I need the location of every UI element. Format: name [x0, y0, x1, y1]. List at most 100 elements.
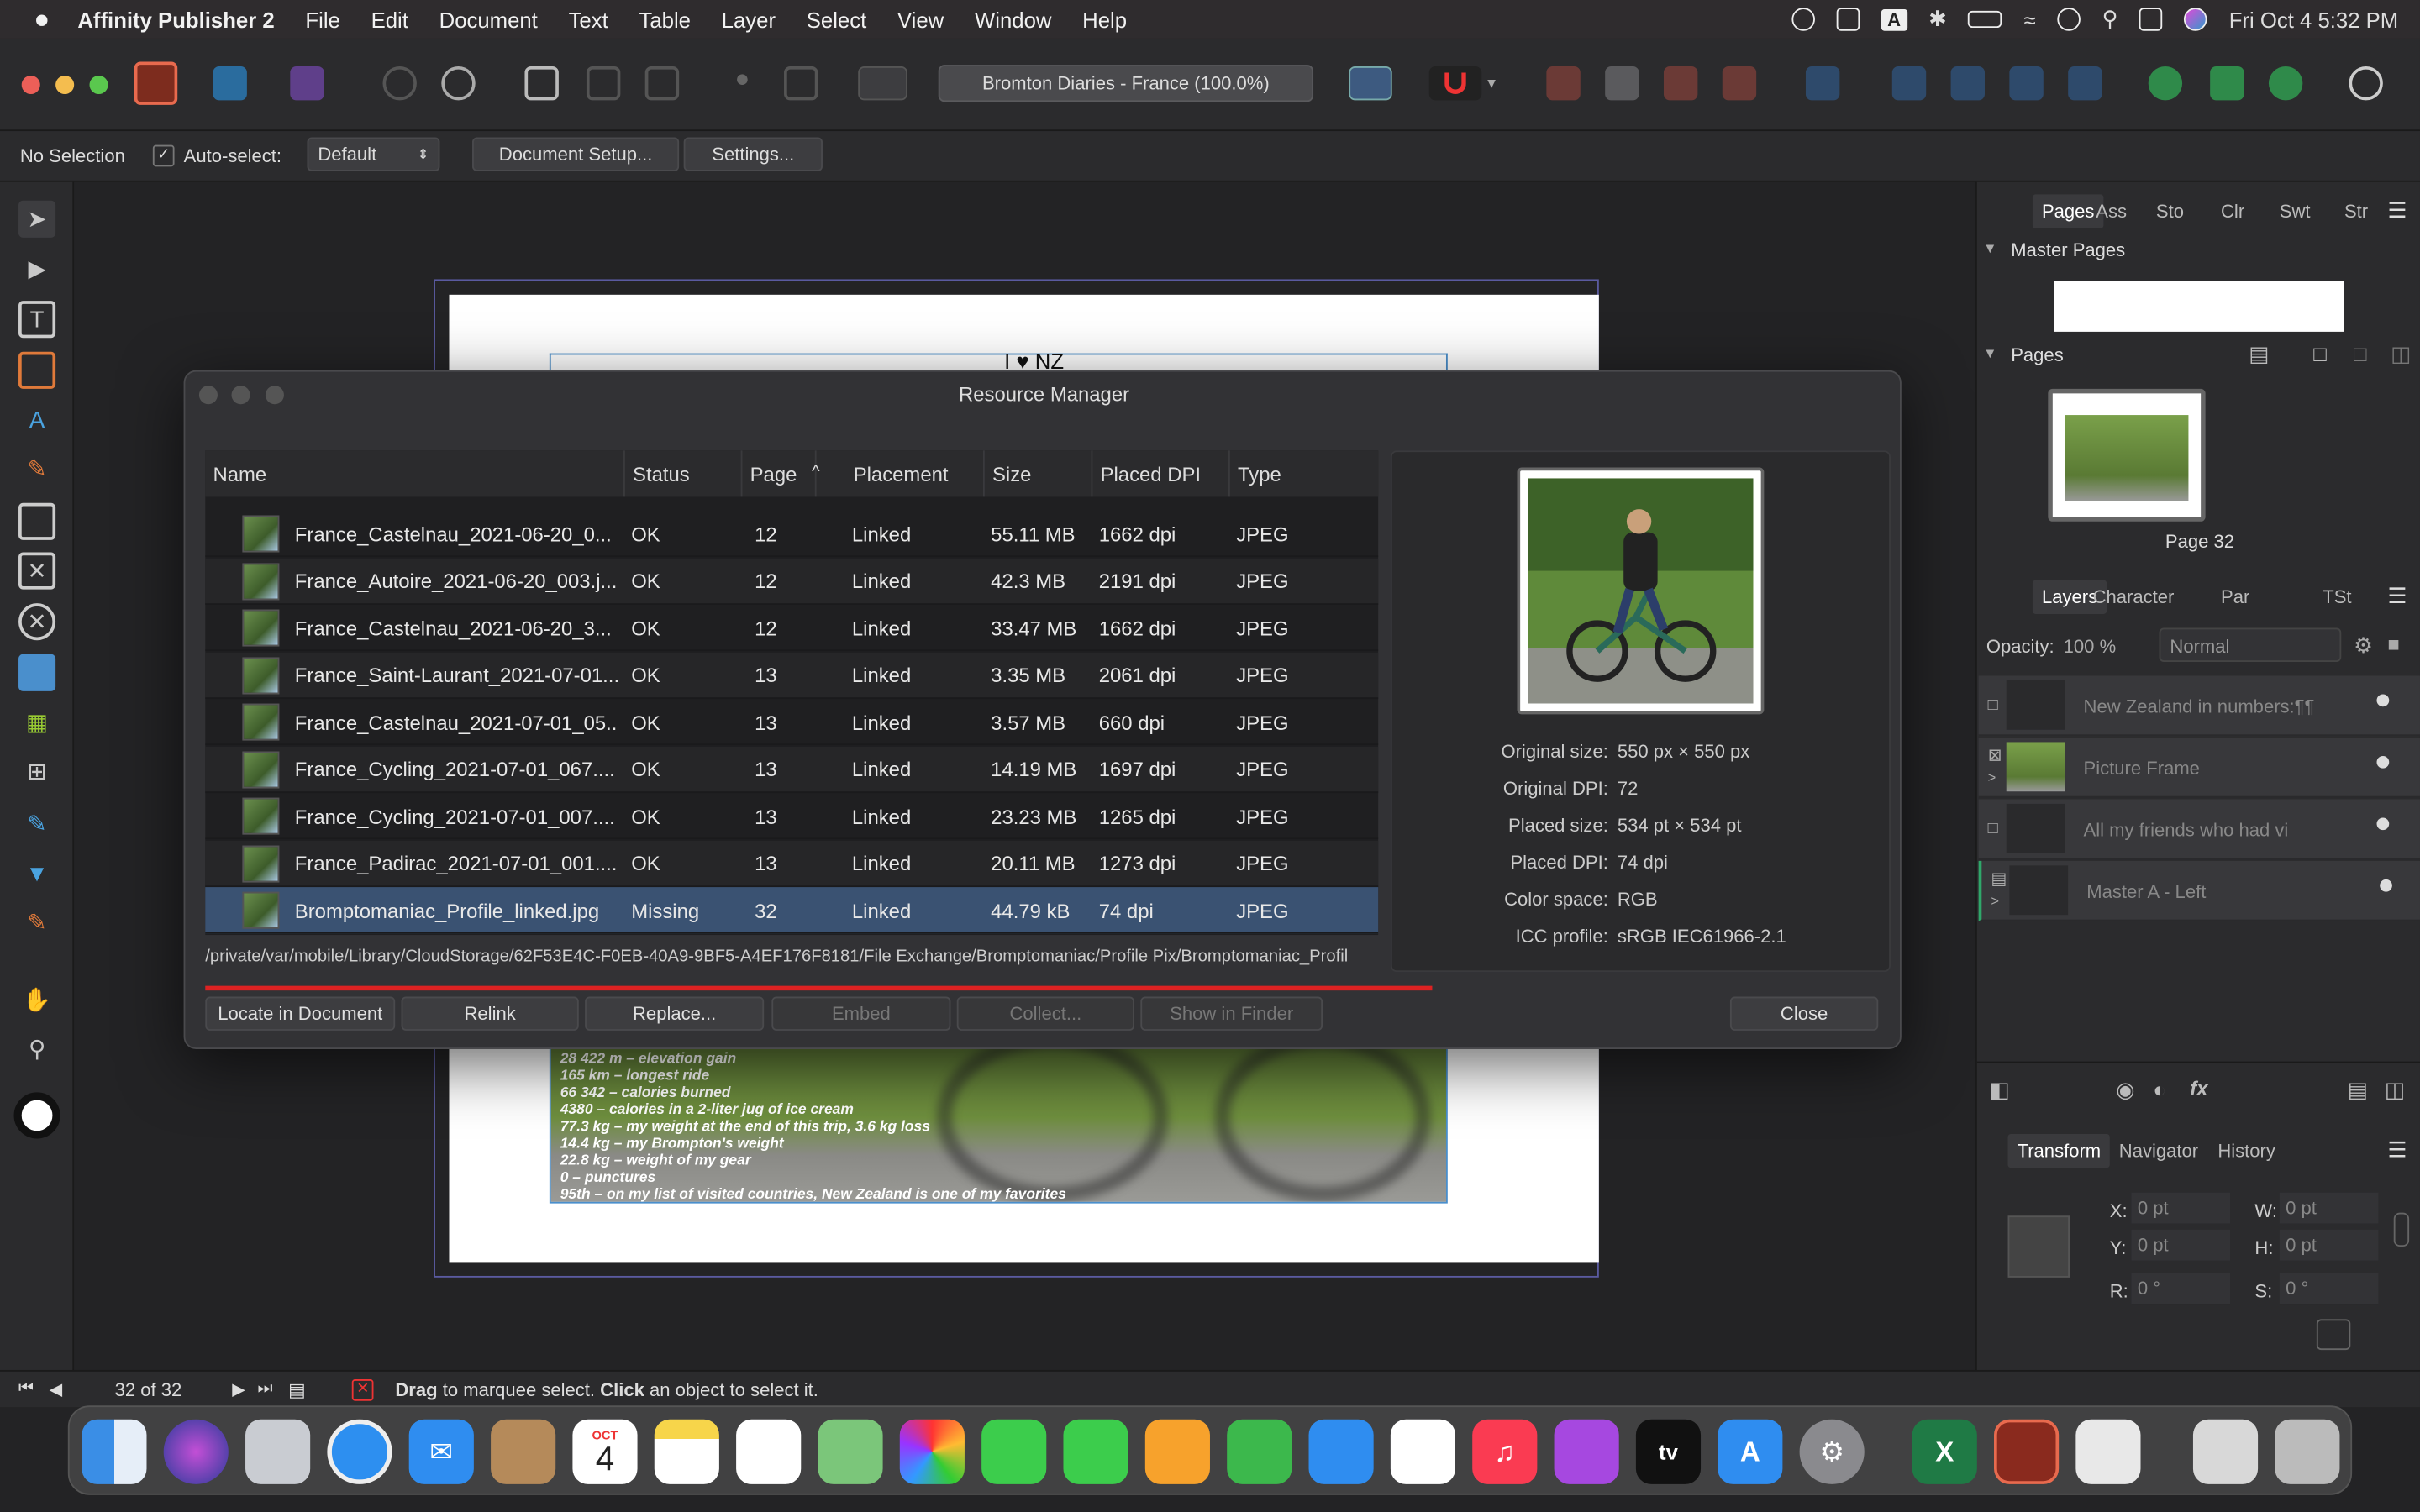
visibility-dot-icon[interactable]	[2380, 879, 2392, 892]
table-row[interactable]: France_Castelnau_2021-06-20_0... OK 12 Link…	[205, 511, 1379, 558]
arrange-backward-icon[interactable]	[1605, 66, 1639, 101]
tab-assets[interactable]: Ass	[2096, 201, 2127, 223]
h-field[interactable]: 0 pt	[2279, 1229, 2379, 1261]
first-page-icon[interactable]: ⏮	[18, 1379, 34, 1399]
flip-horizontal-icon[interactable]	[1891, 66, 1927, 101]
blend-mode-dropdown[interactable]: Normal	[2159, 627, 2342, 662]
menu-select[interactable]: Select	[807, 7, 866, 31]
flip-vertical-icon[interactable]	[1950, 66, 1985, 101]
frame-text-tool-icon[interactable]: T	[18, 301, 56, 339]
keynote-icon[interactable]	[1308, 1419, 1374, 1484]
contacts-icon[interactable]	[491, 1419, 556, 1484]
new-page-icon[interactable]: □	[2313, 341, 2327, 365]
panel-menu-icon[interactable]: ☰	[2387, 583, 2407, 609]
table-row[interactable]: France_Cycling_2021-07-01_007.... OK 13 Lin…	[205, 793, 1379, 840]
table-row[interactable]: France_Cycling_2021-07-01_067.... OK 13 Lin…	[205, 746, 1379, 793]
photo-persona-icon[interactable]	[290, 66, 324, 101]
tab-swatches[interactable]: Swt	[2280, 201, 2311, 223]
picture-frame[interactable]: 28 422 m – elevation gain 165 km – longe…	[549, 1046, 1448, 1204]
window-close-button[interactable]	[21, 75, 40, 95]
siri-icon[interactable]	[2184, 8, 2208, 31]
news-icon[interactable]	[1390, 1419, 1456, 1484]
fill-tool-icon[interactable]: ✎	[18, 806, 55, 843]
affinity-publisher-dock-icon[interactable]	[1994, 1419, 2060, 1484]
preflight-error-icon[interactable]: ✕	[351, 1378, 374, 1400]
table-row[interactable]: France_Castelnau_2021-07-01_05... OK 13 Lin…	[205, 699, 1379, 746]
user-icon[interactable]	[2057, 8, 2081, 31]
podcasts-icon[interactable]	[1554, 1419, 1619, 1484]
tab-navigator[interactable]: Navigator	[2119, 1140, 2198, 1162]
trash-icon[interactable]	[2275, 1419, 2340, 1484]
collapse-chevron-icon[interactable]: ▼	[1983, 345, 1996, 360]
picture-frame-tool-icon[interactable]: ✕	[18, 552, 56, 590]
table-row[interactable]: Bromptomaniac_Profile_linked.jpg Missing 3…	[205, 887, 1379, 934]
color-swatch-icon[interactable]	[13, 1092, 60, 1139]
visibility-dot-icon[interactable]	[2376, 755, 2390, 769]
close-button[interactable]: Close	[1729, 996, 1879, 1031]
delete-page-icon[interactable]: ◫	[2391, 341, 2411, 367]
designer-persona-icon[interactable]	[213, 66, 247, 101]
expand-chevron-icon[interactable]: >	[1991, 893, 1999, 908]
spotlight-search-icon[interactable]: ⚲	[2102, 6, 2118, 32]
visibility-dot-icon[interactable]	[2376, 694, 2390, 707]
boolean-intersect-icon[interactable]	[2268, 66, 2303, 101]
col-status[interactable]: Status	[625, 450, 743, 497]
move-tool-icon[interactable]: ➤	[18, 200, 56, 238]
opacity-value[interactable]: 100 %	[2064, 636, 2117, 658]
mask-icon[interactable]: ◉	[2116, 1077, 2134, 1103]
apple-tv-icon[interactable]: tv	[1635, 1419, 1702, 1484]
page-counter[interactable]: 32 of 32	[115, 1378, 224, 1400]
rotate-left-icon[interactable]	[2009, 66, 2044, 101]
text-wrap-icon[interactable]	[784, 66, 818, 101]
rectangle-tool-icon[interactable]	[18, 502, 56, 540]
add-page-icon[interactable]: ▤	[2249, 341, 2269, 367]
tab-text-styles[interactable]: TSt	[2323, 586, 2351, 608]
boolean-add-icon[interactable]	[2148, 66, 2183, 101]
window-zoom-button[interactable]	[89, 75, 108, 95]
col-page[interactable]: Page	[742, 450, 817, 497]
replace-button[interactable]: Replace...	[585, 996, 765, 1031]
collect-button[interactable]: Collect...	[956, 996, 1134, 1031]
reminders-icon[interactable]	[736, 1419, 802, 1484]
auto-select-dropdown[interactable]: Default ⇕	[307, 137, 440, 171]
auto-select-checkbox[interactable]: ✓	[152, 144, 175, 167]
pin-icon[interactable]: ●	[725, 66, 759, 100]
publisher-persona-icon[interactable]	[134, 61, 178, 105]
control-center-icon[interactable]	[2139, 8, 2163, 31]
align-icon[interactable]	[1805, 66, 1840, 101]
menu-file[interactable]: File	[305, 7, 339, 31]
text-frame-icon[interactable]	[1349, 66, 1392, 101]
layer-settings-gear-icon[interactable]: ⚙	[2354, 633, 2373, 659]
document-title[interactable]: Bromton Diaries - France (100.0%)	[938, 65, 1314, 102]
battery-icon[interactable]	[1968, 10, 2002, 29]
finder-icon[interactable]	[82, 1419, 147, 1484]
menu-layer[interactable]: Layer	[722, 7, 776, 31]
transparency-tool-icon[interactable]: ▼	[18, 855, 55, 892]
script-icon[interactable]	[1836, 8, 1860, 31]
hand-tool-icon[interactable]: ✋	[18, 981, 55, 1018]
menu-window[interactable]: Window	[975, 7, 1051, 31]
transform-origin-icon[interactable]	[2316, 1319, 2351, 1351]
table-tool-icon[interactable]	[18, 351, 56, 389]
maps-icon[interactable]	[818, 1419, 883, 1484]
show-in-finder-button[interactable]: Show in Finder	[1140, 996, 1323, 1031]
input-source-icon[interactable]: A	[1881, 8, 1907, 30]
menu-help[interactable]: Help	[1082, 7, 1127, 31]
layer-row[interactable]: □ New Zealand in numbers:¶¶	[1978, 675, 2420, 737]
menu-table[interactable]: Table	[639, 7, 690, 31]
document-setup-button[interactable]: Document Setup...	[472, 137, 680, 171]
calendar-icon[interactable]: OCT 4	[572, 1419, 638, 1484]
wifi-icon[interactable]: ≈	[2024, 7, 2036, 31]
tab-stroke[interactable]: Str	[2344, 201, 2368, 223]
col-size[interactable]: Size	[985, 450, 1093, 497]
node-tool-icon[interactable]: ▶	[18, 250, 55, 287]
link-proportions-icon[interactable]	[2393, 1212, 2410, 1247]
relink-button[interactable]: Relink	[401, 996, 579, 1031]
y-field[interactable]: 0 pt	[2131, 1229, 2231, 1261]
menu-view[interactable]: View	[897, 7, 944, 31]
messages-icon[interactable]	[981, 1419, 1047, 1484]
master-page-thumbnail[interactable]	[2054, 281, 2344, 332]
page-thumbnail[interactable]	[2048, 388, 2206, 522]
col-placement[interactable]: Placement	[846, 450, 985, 497]
layer-options-icon[interactable]: ◧	[1990, 1077, 2010, 1103]
